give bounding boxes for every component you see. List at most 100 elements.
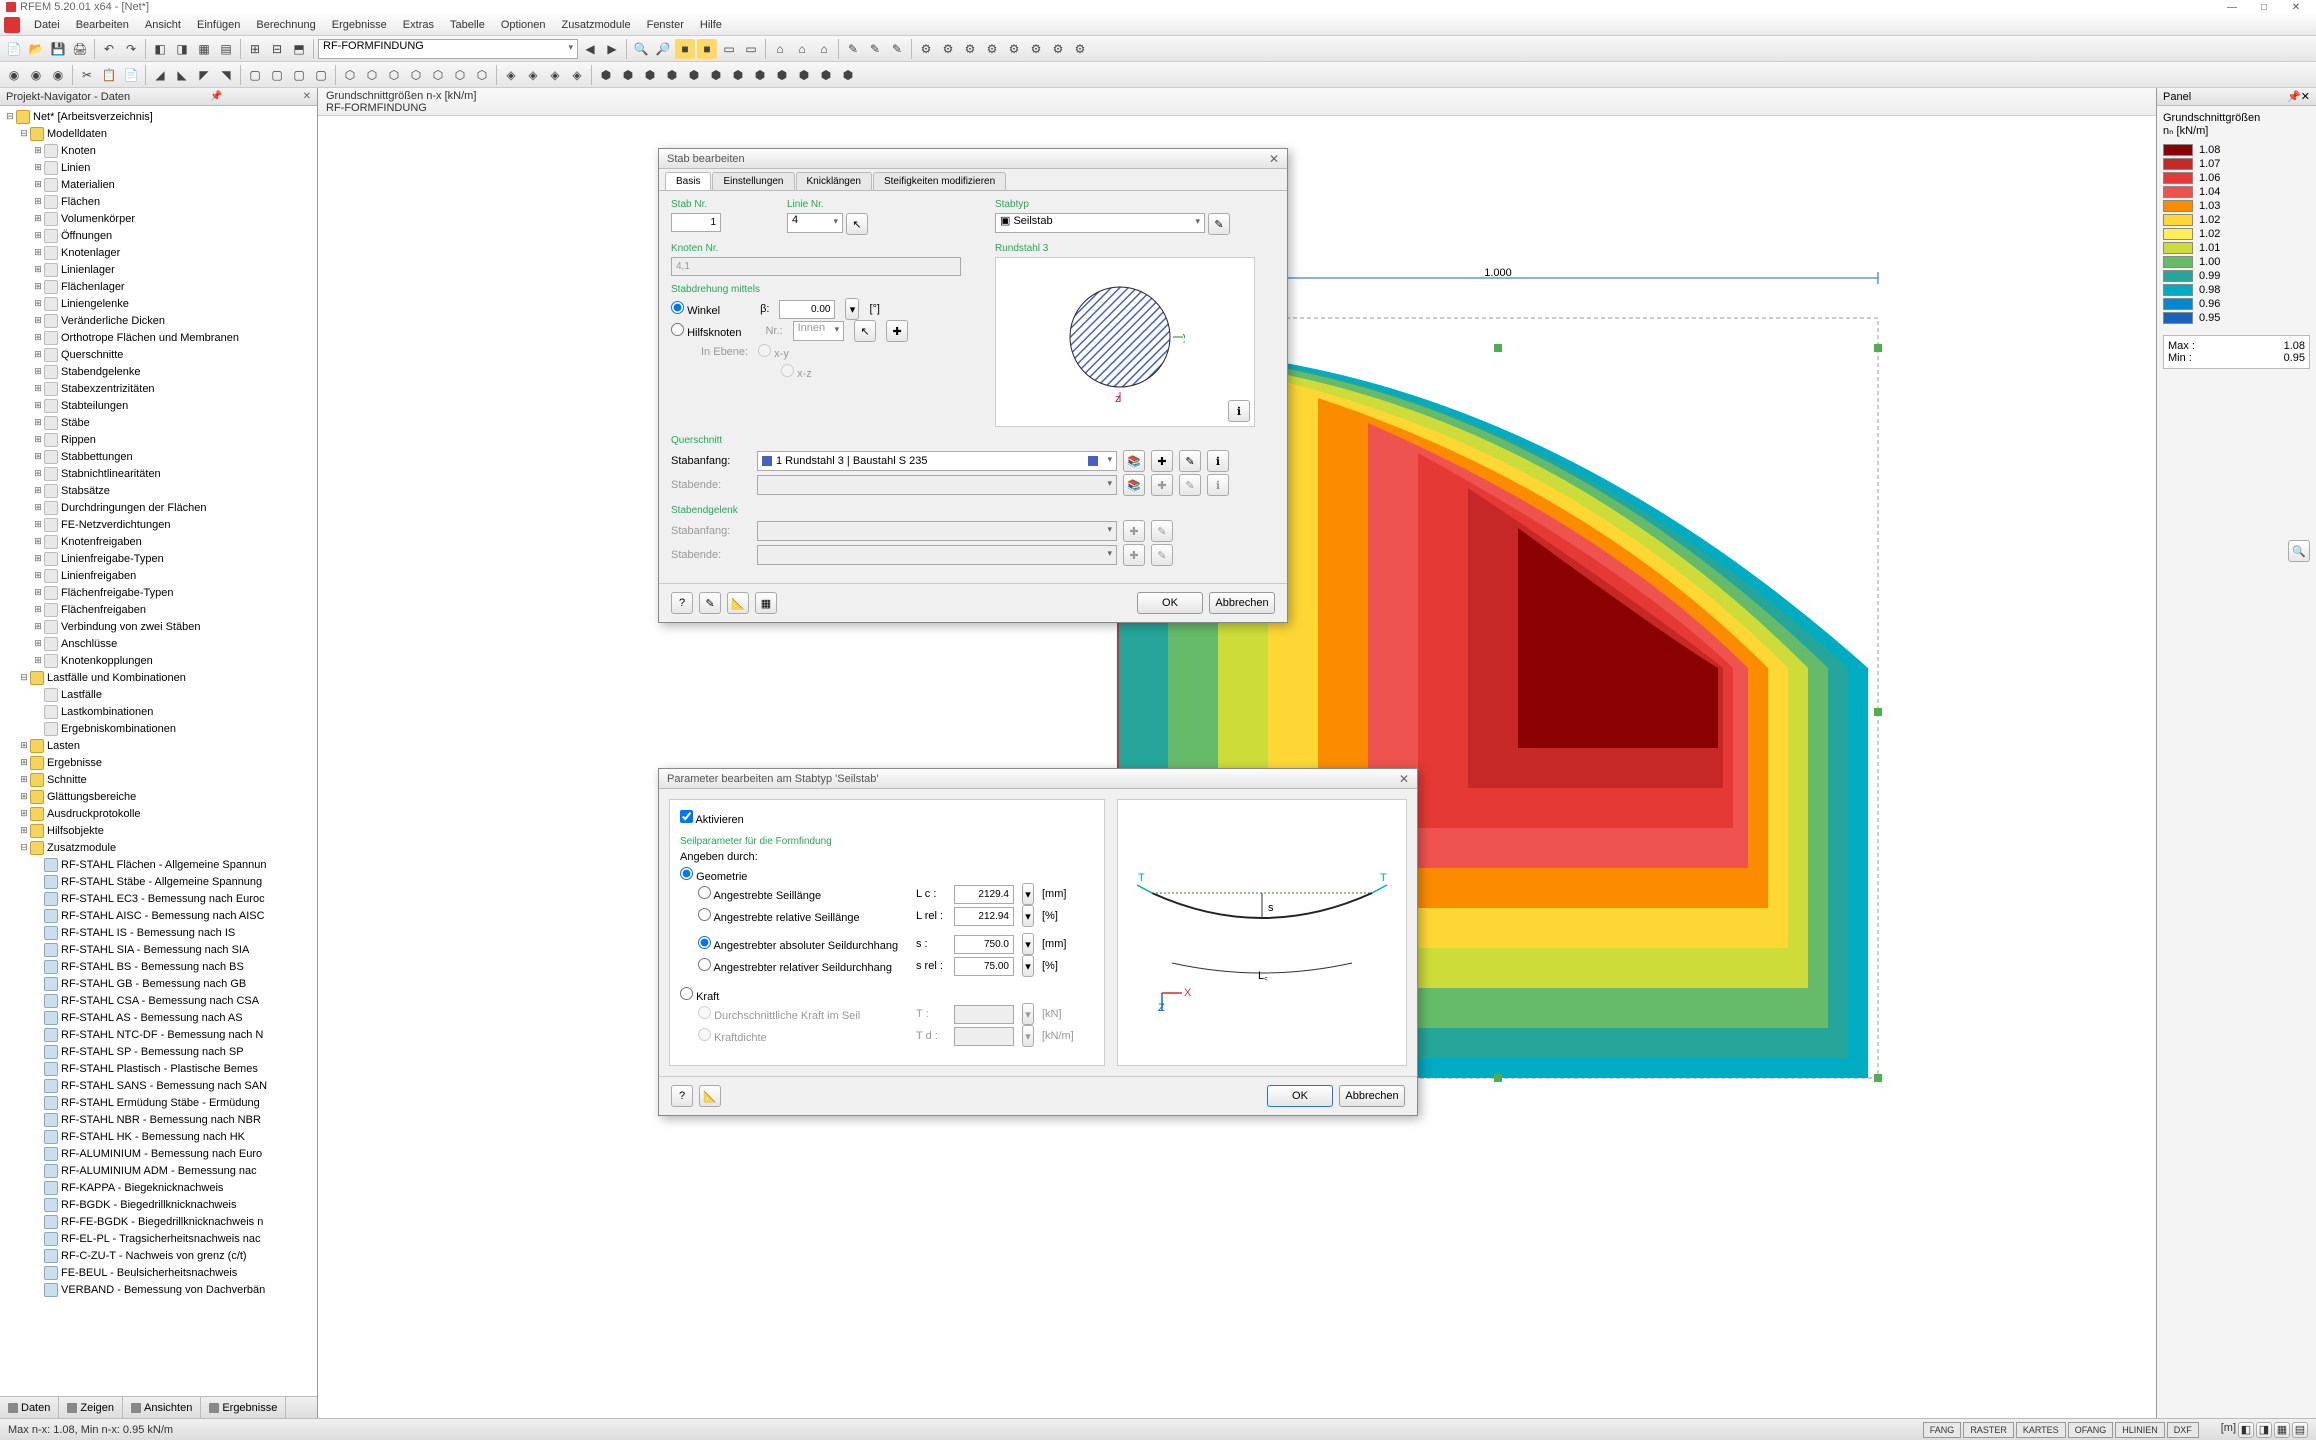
tree-item[interactable]: RF-BGDK - Biegedrillknicknachweis [0,1196,317,1213]
tree-item[interactable]: ⊞Schnitte [0,771,317,788]
tb-save-icon[interactable]: 💾 [48,39,68,59]
chip-fang[interactable]: FANG [1923,1422,1962,1438]
tb-icon[interactable]: ◨ [172,39,192,59]
tree-item[interactable]: RF-STAHL AISC - Bemessung nach AISC [0,907,317,924]
tree-item[interactable]: RF-STAHL SP - Bemessung nach SP [0,1043,317,1060]
aktivieren-check[interactable]: Aktivieren [680,814,744,826]
tree-item[interactable]: ⊞Linienfreigabe-Typen [0,550,317,567]
tb-icon[interactable]: ⚙ [1048,39,1068,59]
max-btn[interactable]: □ [2248,0,2280,14]
tree-item[interactable]: ⊞Linienlager [0,261,317,278]
tree-item[interactable]: ⊞Volumenkörper [0,210,317,227]
tb-icon[interactable]: ⬡ [384,65,404,85]
tb-icon[interactable]: ⬢ [794,65,814,85]
dialog2-title[interactable]: Parameter bearbeiten am Stabtyp 'Seilsta… [659,769,1417,789]
tb-icon[interactable]: ⬢ [728,65,748,85]
menu-hilfe[interactable]: Hilfe [692,19,730,31]
menu-ansicht[interactable]: Ansicht [137,19,189,31]
tree-item[interactable]: RF-STAHL HK - Bemessung nach HK [0,1128,317,1145]
tb-icon[interactable]: ⬢ [618,65,638,85]
tb-icon[interactable]: ▢ [245,65,265,85]
tb-icon[interactable]: ⚙ [1070,39,1090,59]
tb-icon[interactable]: ✎ [865,39,885,59]
tab-einstellungen[interactable]: Einstellungen [712,172,794,190]
close-icon[interactable]: ✕ [2301,90,2310,103]
tree-item[interactable]: ⊞Materialien [0,176,317,193]
tb-icon[interactable]: ⚙ [1026,39,1046,59]
tree-item[interactable]: VERBAND - Bemessung von Dachverbän [0,1281,317,1298]
tb-nav-left-icon[interactable]: ◀ [580,39,600,59]
ok-button[interactable]: OK [1137,592,1203,614]
menu-tabelle[interactable]: Tabelle [442,19,493,31]
status-icon[interactable]: ◧ [2238,1422,2254,1438]
geometrie-radio[interactable]: Geometrie [680,871,747,883]
tree-item[interactable]: FE-BEUL - Beulsicherheitsnachweis [0,1264,317,1281]
tree-item[interactable]: ⊞Anschlüsse [0,635,317,652]
tree-item[interactable]: ⊞Flächen [0,193,317,210]
tree-item[interactable]: ⊞Verbindung von zwei Stäben [0,618,317,635]
calc-icon[interactable]: 📐 [699,1085,721,1107]
tb-icon[interactable]: 📄 [121,65,141,85]
lc-input[interactable] [954,885,1014,904]
tree-item[interactable]: RF-STAHL IS - Bemessung nach IS [0,924,317,941]
tb-icon[interactable]: ▭ [741,39,761,59]
tree-item[interactable]: ⊞Linien [0,159,317,176]
tab-steifigkeiten[interactable]: Steifigkeiten modifizieren [873,172,1006,190]
tb-icon[interactable]: ◈ [545,65,565,85]
tb-icon[interactable]: ⬡ [340,65,360,85]
menu-zusatzmodule[interactable]: Zusatzmodule [554,19,639,31]
info-icon[interactable]: ℹ [1228,400,1250,422]
table-icon[interactable]: ▦ [755,592,777,614]
tree-item[interactable]: RF-FE-BGDK - Biegedrillknicknachweis n [0,1213,317,1230]
tb-icon[interactable]: ⊟ [267,39,287,59]
work-area[interactable]: Grundschnittgrößen n-x [kN/m] RF-FORMFIN… [318,88,2156,1418]
tab-zeigen[interactable]: Zeigen [59,1397,123,1418]
tab-ergebnisse[interactable]: Ergebnisse [201,1397,286,1418]
help-icon[interactable]: ? [671,1085,693,1107]
tree-item[interactable]: ⊞Stabteilungen [0,397,317,414]
tb-icon[interactable]: ⬢ [640,65,660,85]
qs-anfang-combo[interactable]: 1 Rundstahl 3 | Baustahl S 235 [757,451,1117,471]
tree-item[interactable]: ⊞FE-Netzverdichtungen [0,516,317,533]
tb-open-icon[interactable]: 📂 [26,39,46,59]
tb-redo-icon[interactable]: ↷ [121,39,141,59]
tb-icon[interactable]: ■ [675,39,695,59]
edit-icon[interactable]: ✎ [1179,450,1201,472]
tb-icon[interactable]: ▢ [289,65,309,85]
dialog1-title[interactable]: Stab bearbeiten ✕ [659,149,1287,169]
pin-icon[interactable]: 📌 [2287,90,2301,103]
tab-ansichten[interactable]: Ansichten [123,1397,201,1418]
tb-icon[interactable]: ◥ [216,65,236,85]
info-icon[interactable]: ℹ [1207,450,1229,472]
menu-einfuegen[interactable]: Einfügen [189,19,248,31]
menu-optionen[interactable]: Optionen [493,19,554,31]
tb-icon[interactable]: ◢ [150,65,170,85]
tb-icon[interactable]: ⬡ [428,65,448,85]
tree-item[interactable]: ⊞Glättungsbereiche [0,788,317,805]
tree-item[interactable]: ⊞Stabnichtlinearitäten [0,465,317,482]
cancel-button[interactable]: Abbrechen [1209,592,1275,614]
chip-raster[interactable]: RASTER [1963,1422,2014,1438]
tb-icon[interactable]: ◉ [48,65,68,85]
winkel-radio[interactable]: Winkel [671,301,720,317]
s-input[interactable] [954,935,1014,954]
tb-icon[interactable]: ▭ [719,39,739,59]
edit-icon[interactable]: ✎ [1208,213,1230,235]
close-icon[interactable]: ✕ [1269,152,1279,166]
tb-icon[interactable]: ⌂ [770,39,790,59]
tb-icon[interactable]: ⬢ [816,65,836,85]
close-btn[interactable]: ✕ [2280,0,2312,14]
opt1-radio[interactable]: Angestrebte Seillänge [698,886,908,902]
tree-item[interactable]: RF-STAHL NTC-DF - Bemessung nach N [0,1026,317,1043]
tree-item[interactable]: RF-STAHL EC3 - Bemessung nach Euroc [0,890,317,907]
tree-item[interactable]: ⊟Modelldaten [0,125,317,142]
menu-fenster[interactable]: Fenster [639,19,692,31]
tb-nav-right-icon[interactable]: ▶ [602,39,622,59]
close-icon[interactable]: ✕ [1399,772,1409,786]
tb-icon[interactable]: 📋 [99,65,119,85]
menu-bearbeiten[interactable]: Bearbeiten [68,19,137,31]
linie-nr-combo[interactable]: 4 [787,213,843,233]
tb-icon[interactable]: ⬢ [838,65,858,85]
tree-item[interactable]: ⊞Knotenfreigaben [0,533,317,550]
tree-item[interactable]: ⊞Stabexzentrizitäten [0,380,317,397]
